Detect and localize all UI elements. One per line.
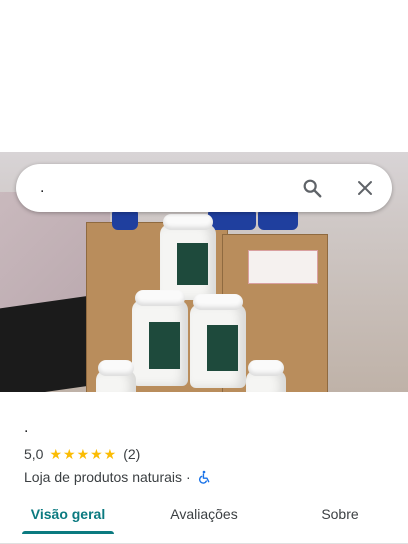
tab-bar: Visão geral Avaliações Sobre	[0, 496, 408, 544]
rating-row[interactable]: 5,0 ★★★★★ (2)	[24, 444, 384, 464]
photo-jar	[246, 360, 286, 392]
photo-jar	[96, 360, 136, 392]
photo-jar	[132, 290, 188, 386]
search-icon[interactable]	[296, 172, 328, 204]
place-info: . 5,0 ★★★★★ (2) Loja de produtos naturai…	[24, 418, 384, 487]
place-name: .	[24, 419, 29, 436]
photo-laptop	[0, 295, 90, 392]
photo-jar	[160, 214, 216, 300]
tab-about[interactable]: Sobre	[272, 496, 408, 543]
separator: ·	[186, 469, 191, 485]
photo-sticker	[248, 250, 318, 284]
category-row: Loja de produtos naturais ·	[24, 467, 384, 487]
place-category: Loja de produtos naturais	[24, 469, 182, 485]
star-rating-icon: ★★★★★	[49, 445, 118, 462]
search-input[interactable]: .	[40, 164, 44, 212]
rating-value: 5,0	[24, 446, 44, 462]
close-icon[interactable]	[349, 172, 381, 204]
wheelchair-icon	[197, 470, 211, 484]
search-bar[interactable]: .	[16, 164, 392, 212]
photo-jar	[190, 294, 246, 388]
review-count[interactable]: (2)	[123, 446, 140, 462]
tab-reviews[interactable]: Avaliações	[136, 496, 272, 543]
tab-overview[interactable]: Visão geral	[0, 496, 136, 543]
